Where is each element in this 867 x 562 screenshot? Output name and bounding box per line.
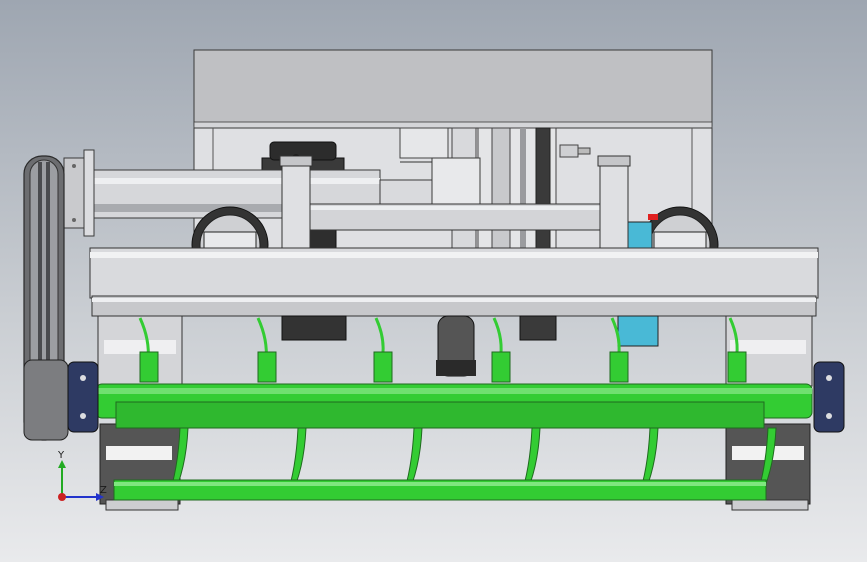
triad-z-label: Z (100, 485, 107, 496)
upper-crossbar[interactable] (295, 203, 617, 231)
cad-graphics-viewport[interactable]: Y Z (0, 0, 867, 562)
drive-pulley-belt[interactable] (23, 155, 69, 441)
triad-y-label: Y (57, 450, 65, 461)
green-tool-bar[interactable] (95, 383, 813, 429)
lower-green-rail[interactable] (113, 479, 767, 501)
center-actuator[interactable] (281, 315, 659, 377)
left-flange[interactable] (63, 149, 95, 237)
main-frame-beam[interactable] (89, 247, 819, 317)
assembly-model[interactable]: Y Z (0, 0, 867, 562)
right-end-bearing[interactable] (813, 361, 845, 433)
left-end-bearing[interactable] (67, 361, 99, 433)
